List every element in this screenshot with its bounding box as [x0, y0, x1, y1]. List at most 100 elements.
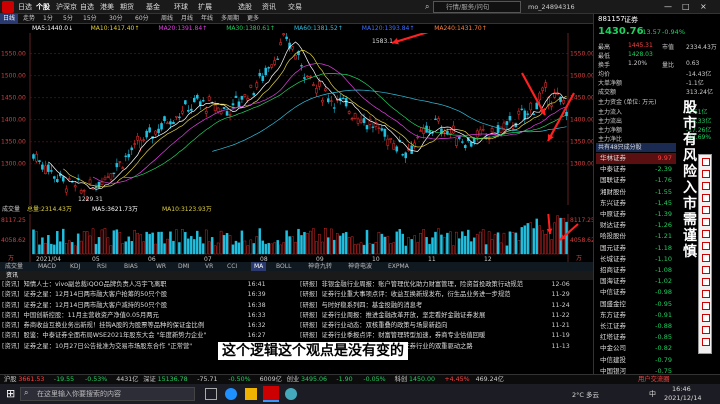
- news-row[interactable]: [研报] 证券行业周报：推进金融改革开放，坚定看好金融证券发展 11-22: [298, 311, 593, 321]
- file-explorer-icon[interactable]: [245, 388, 257, 400]
- minimize-icon[interactable]: —: [664, 2, 672, 11]
- indicator-tab[interactable]: BOLL: [273, 262, 294, 271]
- menu-item[interactable]: 沪深京: [56, 2, 77, 12]
- indicator-tab[interactable]: 成交量: [2, 262, 26, 271]
- constituent-row[interactable]: 华林证券 9.97: [596, 153, 676, 164]
- period-tab[interactable]: 走势: [20, 14, 38, 24]
- constituent-row[interactable]: 长江证券 -0.88: [596, 321, 676, 332]
- constituent-row[interactable]: 国盛金控 -0.95: [596, 299, 676, 310]
- indicator-tab[interactable]: 神奇电波: [345, 262, 375, 271]
- constituent-row[interactable]: 中信证券 -0.98: [596, 287, 676, 298]
- constituent-row[interactable]: 中金公司 -0.82: [596, 343, 676, 354]
- news-row[interactable]: [研报] 非银金融行业周报：账户管理优化助力财富管理，险资首投政策行动规范 12-0…: [298, 280, 593, 290]
- news-row[interactable]: [资讯] 证券之星：12月14日两市融大客户减持的50只个股 16:38: [0, 301, 295, 311]
- indicator-tab[interactable]: CCI: [224, 262, 240, 271]
- news-row[interactable]: [资讯] 证券之星：12月14日两市融大客户抢筹的50只个股 16:39: [0, 290, 295, 300]
- indicator-tab[interactable]: EXPMA: [385, 262, 412, 271]
- task-view-icon[interactable]: [205, 388, 217, 400]
- news-row[interactable]: [研报] 证券行业重大事项点评：收益互换新规发布，衍生品业务进一步规范 11-29: [298, 290, 593, 300]
- menu-item[interactable]: 基金: [146, 2, 160, 12]
- constituent-row[interactable]: 湘财股份 -1.55: [596, 187, 676, 198]
- constituent-row[interactable]: 中信建投 -0.79: [596, 355, 676, 366]
- drawing-tool-icon[interactable]: [702, 326, 710, 334]
- maximize-icon[interactable]: □: [682, 2, 690, 11]
- clock-date[interactable]: 2021/12/14: [664, 394, 701, 402]
- constituents-title[interactable]: 共有48只成分股: [596, 143, 676, 152]
- browser-icon[interactable]: [285, 388, 297, 400]
- news-row[interactable]: [资讯] 知情人士：vivo副总裁iQOO品牌负责人冯宇飞离职 16:41: [0, 280, 295, 290]
- menu-item[interactable]: 交易: [288, 2, 302, 12]
- news-row[interactable]: [研报] 证券行业动态：双核重叠的政策与场景新趋向 11-21: [298, 321, 593, 331]
- menu-item[interactable]: 选股: [238, 2, 252, 12]
- drawing-tool-icon[interactable]: [702, 170, 710, 178]
- period-tab[interactable]: 1分: [40, 14, 56, 24]
- period-tab[interactable]: 60分: [132, 14, 152, 24]
- menu-item[interactable]: 期货: [120, 2, 134, 12]
- news-row[interactable]: [资讯] 券商收益互换业务出新规！挂钩A股的为股票等品种的保证金比例 16:32: [0, 321, 295, 331]
- indicator-tab[interactable]: DMI: [175, 262, 193, 271]
- close-icon[interactable]: ×: [700, 2, 707, 11]
- drawing-tool-icon[interactable]: [702, 302, 710, 310]
- menu-item[interactable]: 个股: [36, 2, 50, 12]
- constituent-row[interactable]: 国联证券 -1.76: [596, 175, 676, 186]
- edge-browser-icon[interactable]: [225, 388, 237, 400]
- search-input[interactable]: 行情/服务/问句: [433, 1, 521, 13]
- constituent-row[interactable]: 中泰证券 -2.39: [596, 164, 676, 175]
- period-tab[interactable]: 年线: [198, 14, 216, 24]
- constituent-row[interactable]: 国海证券 -1.02: [596, 276, 676, 287]
- period-tab[interactable]: 5分: [60, 14, 76, 24]
- constituent-row[interactable]: 招商证券 -1.08: [596, 265, 676, 276]
- menu-item[interactable]: 自选: [80, 2, 94, 12]
- drawing-tool-icon[interactable]: [702, 194, 710, 202]
- stock-app-taskbar-icon[interactable]: [263, 386, 279, 402]
- constituent-row[interactable]: 东方证券 -0.91: [596, 310, 676, 321]
- clock-time[interactable]: 16:46: [672, 385, 691, 393]
- constituent-row[interactable]: 长城证券 -1.10: [596, 254, 676, 265]
- indicator-tab[interactable]: VR: [202, 262, 216, 271]
- news-row[interactable]: [研报] 证券行业季报点评：财富管理转型加速，券商专业估值回暖 11-19: [298, 331, 593, 341]
- period-tab[interactable]: 周线: [158, 14, 176, 24]
- drawing-tool-icon[interactable]: [702, 278, 710, 286]
- indicator-tab[interactable]: 神奇九转: [305, 262, 335, 271]
- news-row[interactable]: [资讯] 中国创新控股：11月主营收资产净值0.05月两元 16:33: [0, 311, 295, 321]
- drawing-tool-icon[interactable]: [702, 290, 710, 298]
- drawing-tool-icon[interactable]: [702, 206, 710, 214]
- constituent-row[interactable]: 红塔证券 -0.85: [596, 332, 676, 343]
- period-tab[interactable]: 多周期: [218, 14, 242, 24]
- period-tab[interactable]: 更多: [244, 14, 262, 24]
- drawing-tool-icon[interactable]: [702, 254, 710, 262]
- period-tab[interactable]: 15分: [80, 14, 100, 24]
- menu-item[interactable]: 环球: [174, 2, 188, 12]
- drawing-tool-icon[interactable]: [702, 314, 710, 322]
- news-row[interactable]: [资讯] 股鉴：中泰证券全面布局WSE2021年股东大会 "年度新势力企业" 16:…: [0, 331, 295, 341]
- period-tab[interactable]: 月线: [178, 14, 196, 24]
- period-tab[interactable]: 30分: [106, 14, 126, 24]
- indicator-tab[interactable]: KDJ: [67, 262, 83, 271]
- indicator-tab[interactable]: MA: [251, 262, 267, 271]
- search-icon[interactable]: ⌕: [425, 2, 429, 12]
- constituent-row[interactable]: 中原证券 -1.39: [596, 209, 676, 220]
- volume-chart[interactable]: 8117.254058.62万8117.254058.62万2021/04 05 0…: [0, 214, 593, 262]
- drawing-tool-icon[interactable]: [702, 158, 710, 166]
- menu-item[interactable]: 日选: [18, 2, 32, 12]
- news-row[interactable]: [研报] 与时好稳系列四：基金投融的消息考 11-24: [298, 301, 593, 311]
- drawing-tool-icon[interactable]: [702, 266, 710, 274]
- kline-chart[interactable]: 1550.00 1550.001500.00 1500.001450.00 1450.…: [0, 33, 593, 205]
- period-tab[interactable]: 日线: [0, 14, 19, 24]
- menu-item[interactable]: 扩展: [198, 2, 212, 12]
- indicator-tab[interactable]: MACD: [35, 262, 59, 271]
- indicator-tab[interactable]: RSI: [94, 262, 110, 271]
- drawing-tool-icon[interactable]: [702, 230, 710, 238]
- constituent-row[interactable]: 国元证券 -1.18: [596, 243, 676, 254]
- drawing-tool-icon[interactable]: [702, 218, 710, 226]
- indicator-tab[interactable]: WR: [153, 262, 169, 271]
- user-name[interactable]: mo_24894316: [528, 3, 575, 11]
- windows-start-icon[interactable]: ⊞: [6, 387, 15, 400]
- constituent-row[interactable]: 哈投股份 -1.21: [596, 231, 676, 242]
- constituent-row[interactable]: 东兴证券 -1.45: [596, 198, 676, 209]
- menu-item[interactable]: 资讯: [262, 2, 276, 12]
- drawing-tool-icon[interactable]: [702, 182, 710, 190]
- ime-indicator[interactable]: 中: [649, 389, 656, 399]
- drawing-tool-icon[interactable]: [702, 242, 710, 250]
- constituent-row[interactable]: 财达证券 -1.26: [596, 220, 676, 231]
